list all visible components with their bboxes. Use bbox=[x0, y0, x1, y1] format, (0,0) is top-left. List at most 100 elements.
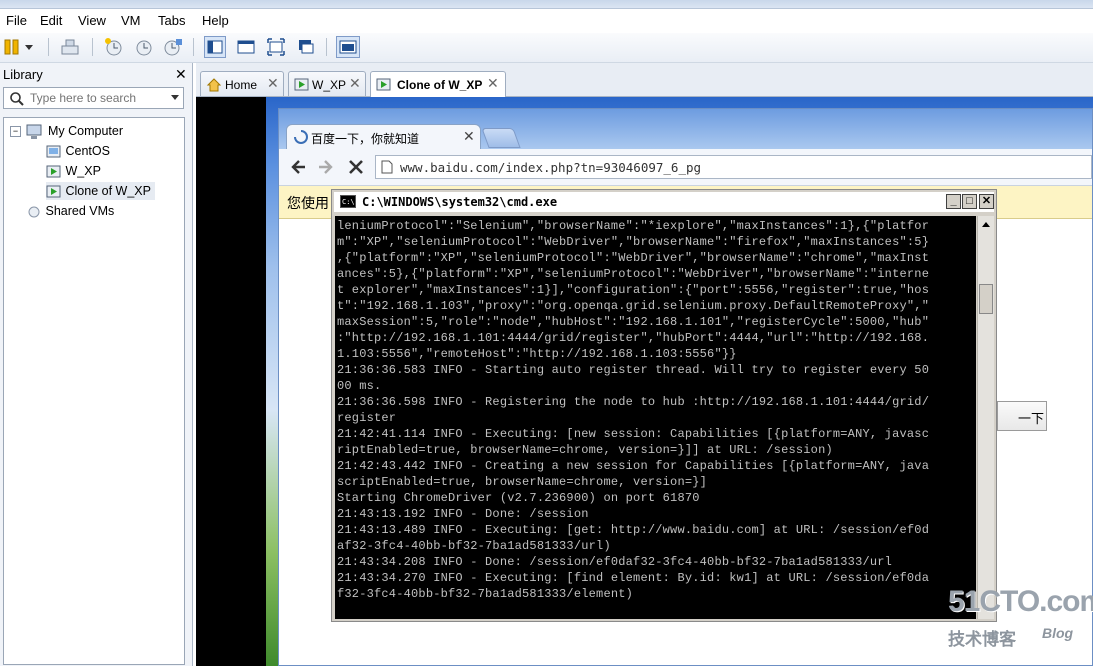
tab-label: Clone of W_XP bbox=[397, 78, 483, 92]
stop-icon[interactable] bbox=[347, 158, 365, 176]
library-search[interactable] bbox=[3, 87, 184, 109]
browser-tab[interactable]: 百度一下，你就知道 ✕ bbox=[286, 124, 481, 149]
view-sidebar-icon[interactable] bbox=[204, 36, 226, 58]
view-console-icon[interactable] bbox=[236, 37, 256, 57]
search-input[interactable] bbox=[30, 91, 165, 105]
menu-file[interactable]: File bbox=[6, 13, 27, 28]
cmd-output-line: riptEnabled=true, browserName=chrome, ve… bbox=[337, 443, 833, 457]
tree-item-centos[interactable]: CentOS bbox=[46, 142, 110, 160]
watermark: 51CTO.com 技术博客 Blog bbox=[948, 585, 1093, 655]
computer-icon bbox=[26, 124, 42, 139]
browser-tab-title: 百度一下，你就知道 bbox=[311, 132, 420, 146]
search-button-label: 一下 bbox=[1018, 411, 1045, 426]
browser-tab-strip: 百度一下，你就知道 ✕ bbox=[279, 109, 1092, 149]
url-text: www.baidu.com/index.php?tn=93046097_6_pg bbox=[400, 160, 702, 175]
tree-label: Clone of W_XP bbox=[65, 184, 151, 198]
cmd-output[interactable]: leniumProtocol":"Selenium","browserName"… bbox=[335, 216, 976, 619]
cmd-output-line: 21:36:36.583 INFO - Starting auto regist… bbox=[337, 363, 930, 377]
fullscreen-icon[interactable] bbox=[266, 37, 286, 57]
pause-icon[interactable] bbox=[2, 37, 22, 57]
toolbar-separator bbox=[193, 38, 194, 56]
watermark-logo: 51CTO.com bbox=[948, 585, 1093, 618]
tree-label: My Computer bbox=[47, 124, 123, 138]
shared-vms-icon bbox=[28, 206, 40, 218]
cmd-output-line: af32-3fc4-40bb-bf32-7ba1ad581333/url) bbox=[337, 539, 611, 553]
back-icon[interactable] bbox=[289, 158, 307, 176]
unity-icon[interactable] bbox=[296, 37, 316, 57]
library-title: Library bbox=[3, 67, 43, 82]
search-button[interactable]: 一下 bbox=[997, 401, 1047, 431]
new-tab-button[interactable] bbox=[481, 128, 521, 148]
snapshot-manager-icon[interactable] bbox=[163, 37, 183, 57]
vm-icon bbox=[46, 145, 61, 158]
close-icon[interactable]: ✕ bbox=[487, 75, 499, 92]
tree-item-w-xp[interactable]: W_XP bbox=[46, 162, 101, 180]
view-tabs-icon[interactable] bbox=[336, 36, 360, 58]
scroll-thumb[interactable] bbox=[979, 284, 993, 314]
address-bar[interactable]: www.baidu.com/index.php?tn=93046097_6_pg bbox=[375, 155, 1092, 179]
cmd-output-line: 1.103:5556","remoteHost":"http://192.168… bbox=[337, 347, 737, 361]
cmd-output-line: 00 ms. bbox=[337, 379, 382, 393]
tree-item-shared-vms[interactable]: Shared VMs bbox=[26, 202, 114, 220]
menu-vm[interactable]: VM bbox=[121, 13, 141, 28]
dropdown-arrow-icon[interactable] bbox=[22, 37, 36, 57]
toolbar bbox=[0, 33, 1093, 63]
cmd-output-line: m":"XP","seleniumProtocol":"WebDriver","… bbox=[337, 235, 930, 249]
watermark-blog: Blog bbox=[1042, 625, 1074, 641]
menu-bar: File Edit View VM Tabs Help bbox=[0, 9, 1093, 33]
cmd-window[interactable]: C:\ C:\WINDOWS\system32\cmd.exe _ □ ✕ le… bbox=[331, 189, 997, 622]
cmd-output-line: 21:43:34.208 INFO - Done: /session/ef0da… bbox=[337, 555, 893, 569]
library-tree: − My Computer CentOS W_XP Clone of W_XP … bbox=[3, 117, 185, 665]
send-ctrl-alt-del-icon[interactable] bbox=[60, 37, 80, 57]
tree-label: Shared VMs bbox=[45, 204, 115, 218]
tree-label: CentOS bbox=[65, 144, 110, 158]
forward-icon[interactable] bbox=[317, 158, 335, 176]
chevron-down-icon[interactable] bbox=[170, 94, 180, 102]
watermark-subtitle: 技术博客 bbox=[948, 630, 1016, 650]
vm-display-border bbox=[196, 97, 266, 666]
cmd-title-bar[interactable]: C:\ C:\WINDOWS\system32\cmd.exe _ □ ✕ bbox=[334, 192, 994, 212]
tab-clone-of-w-xp[interactable]: Clone of W_XP ✕ bbox=[370, 71, 506, 97]
close-icon[interactable]: ✕ bbox=[175, 66, 187, 83]
cmd-output-line: f32-3fc4-40bb-bf32-7ba1ad581333/element) bbox=[337, 587, 634, 601]
menu-edit[interactable]: Edit bbox=[40, 13, 62, 28]
cmd-scrollbar[interactable] bbox=[977, 216, 994, 619]
scroll-up-icon[interactable] bbox=[980, 218, 992, 230]
close-icon[interactable]: ✕ bbox=[463, 128, 475, 145]
menu-tabs[interactable]: Tabs bbox=[158, 13, 185, 28]
toolbar-separator bbox=[48, 38, 49, 56]
snapshot-revert-icon[interactable] bbox=[134, 37, 154, 57]
menu-view[interactable]: View bbox=[78, 13, 106, 28]
tab-label: W_XP bbox=[312, 78, 347, 92]
minimize-button[interactable]: _ bbox=[946, 194, 961, 209]
cmd-output-line: 21:36:36.598 INFO - Registering the node… bbox=[337, 395, 930, 409]
library-panel: Library ✕ − My Computer CentOS W_XP Clon… bbox=[0, 63, 193, 666]
maximize-button[interactable]: □ bbox=[962, 194, 977, 209]
tab-w-xp[interactable]: W_XP ✕ bbox=[288, 71, 366, 96]
cmd-output-line: :"http://192.168.1.101:4444/grid/registe… bbox=[337, 331, 930, 345]
tab-label: Home bbox=[225, 78, 258, 92]
svg-text:C:\: C:\ bbox=[342, 198, 355, 206]
cmd-output-line: scriptEnabled=true, browserName=chrome, … bbox=[337, 475, 708, 489]
cmd-output-line: leniumProtocol":"Selenium","browserName"… bbox=[337, 219, 930, 233]
collapse-icon[interactable]: − bbox=[10, 126, 21, 138]
cmd-output-line: 21:43:34.270 INFO - Executing: [find ele… bbox=[337, 571, 930, 585]
tab-home[interactable]: Home ✕ bbox=[200, 71, 284, 96]
tab-bar: Home ✕ W_XP ✕ Clone of W_XP ✕ bbox=[196, 63, 1093, 97]
window-title-bar bbox=[0, 0, 1093, 9]
close-icon[interactable]: ✕ bbox=[267, 75, 279, 92]
cmd-output-line: 21:43:13.489 INFO - Executing: [get: htt… bbox=[337, 523, 930, 537]
snapshot-take-icon[interactable] bbox=[104, 37, 124, 57]
vm-running-icon bbox=[46, 165, 61, 178]
close-icon[interactable]: ✕ bbox=[349, 75, 361, 92]
vm-running-icon bbox=[46, 185, 61, 198]
cmd-icon: C:\ bbox=[340, 195, 356, 208]
cmd-output-line: Starting ChromeDriver (v2.7.236900) on p… bbox=[337, 491, 700, 505]
cmd-output-line: t explorer","maxInstances":1}],"configur… bbox=[337, 283, 930, 297]
close-button[interactable]: ✕ bbox=[979, 194, 994, 209]
tree-item-my-computer[interactable]: − My Computer bbox=[10, 122, 123, 140]
cmd-title: C:\WINDOWS\system32\cmd.exe bbox=[362, 195, 558, 209]
tree-item-clone-of-w-xp[interactable]: Clone of W_XP bbox=[46, 182, 155, 200]
menu-help[interactable]: Help bbox=[202, 13, 229, 28]
home-icon bbox=[206, 78, 222, 92]
